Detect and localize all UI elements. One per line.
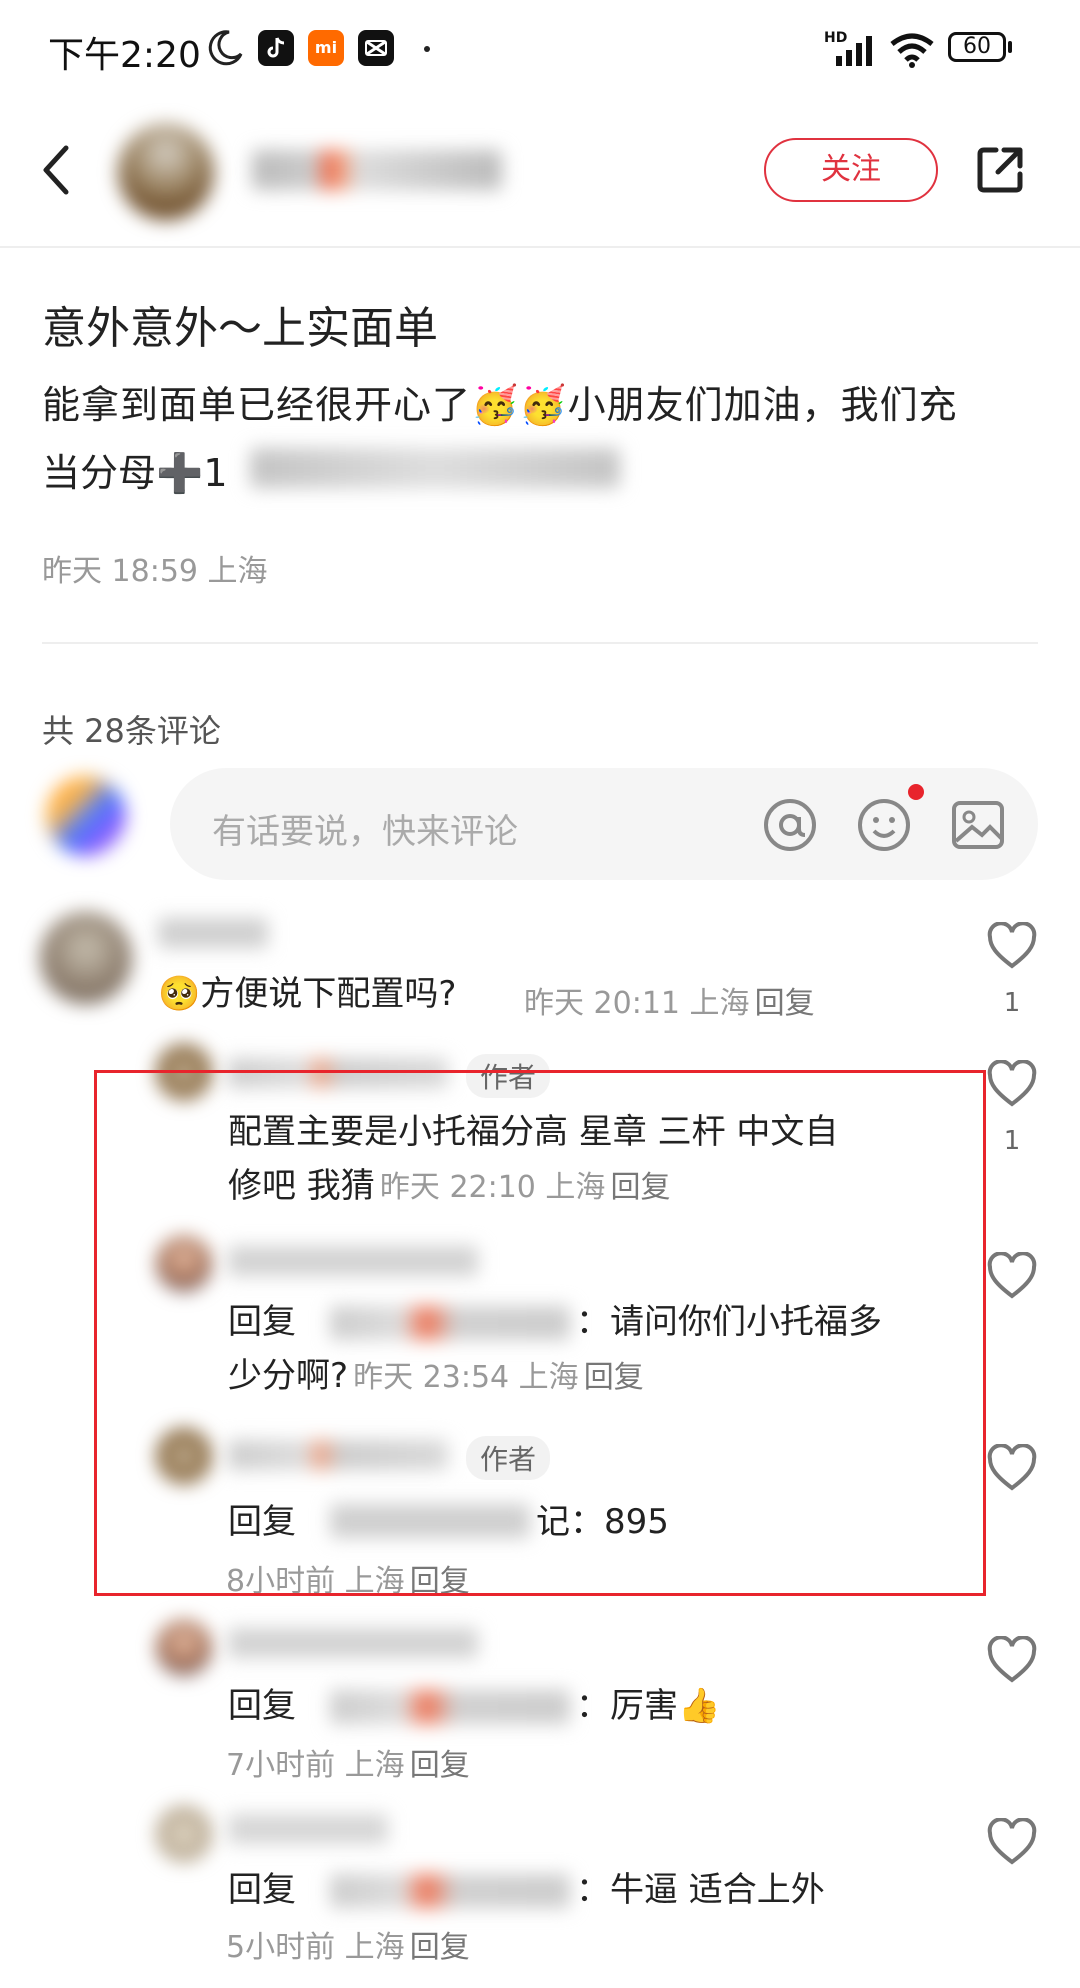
reply-author-name[interactable]: [228, 1814, 388, 1844]
reply-meta-row: 8小时前 上海 回复: [226, 1556, 470, 1600]
reply-target-name[interactable]: [330, 1874, 570, 1908]
like-count: 1: [1003, 1126, 1021, 1156]
reply-reply-link[interactable]: 回复: [410, 1564, 470, 1599]
reply-line1-row: 回复: [228, 1296, 296, 1348]
reply-suffix: ：牛逼 适合上外: [576, 1870, 825, 1910]
reply-meta: 昨天 23:54 上海: [353, 1360, 579, 1395]
like-heart-icon[interactable]: [986, 1818, 1038, 1866]
like-heart-icon[interactable]: [986, 1444, 1038, 1492]
author-name[interactable]: [252, 150, 502, 190]
signal-icon: [822, 34, 876, 72]
post-body-redacted: [250, 448, 620, 488]
at-mention-icon[interactable]: [762, 797, 818, 857]
reply-author-name[interactable]: [228, 1246, 478, 1276]
reply-reply-link[interactable]: 回复: [611, 1170, 671, 1205]
image-icon[interactable]: [950, 797, 1006, 857]
wifi-icon: [888, 32, 936, 72]
reply-suffix: 记：895: [536, 1502, 669, 1542]
reply-author-name[interactable]: [228, 1628, 478, 1658]
reply-meta-row: 5小时前 上海 回复: [226, 1922, 470, 1966]
reply-avatar[interactable]: [156, 1428, 212, 1484]
reply-reply-link[interactable]: 回复: [410, 1930, 470, 1965]
like-heart-icon[interactable]: [986, 1636, 1038, 1684]
capcut-app-icon: [358, 30, 394, 66]
battery-level: 60: [963, 34, 991, 59]
comment-count: 共 28条评论: [42, 712, 221, 750]
reply-target-name[interactable]: [330, 1690, 570, 1724]
battery-icon: 60: [948, 32, 1006, 62]
reply-text-line1: 配置主要是小托福分高 星章 三杆 中文自: [228, 1112, 839, 1152]
reply-author-name[interactable]: [228, 1058, 448, 1088]
reply-line2-row: 修吧 我猜 昨天 22:10 上海 回复: [228, 1160, 671, 1212]
reply-avatar[interactable]: [156, 1236, 212, 1292]
reply-target-name[interactable]: [330, 1306, 570, 1340]
reply-prefix: 回复: [228, 1302, 296, 1342]
emoji-icon[interactable]: [856, 797, 912, 857]
post-divider: [42, 642, 1038, 644]
reply-meta-row: 7小时前 上海 回复: [226, 1740, 470, 1784]
like-heart-icon[interactable]: [986, 1060, 1038, 1108]
reply-reply-link[interactable]: 回复: [584, 1360, 644, 1395]
comment-meta: 昨天 20:11 上海: [524, 986, 750, 1021]
post-meta: 昨天 18:59 上海: [42, 554, 268, 589]
reply-avatar[interactable]: [156, 1620, 212, 1676]
like-heart-icon[interactable]: [986, 922, 1038, 970]
commenter-avatar[interactable]: [40, 912, 132, 1004]
reply-text-line2: 修吧 我猜: [228, 1166, 375, 1206]
header-divider: [0, 246, 1080, 248]
comment-text: 🥺方便说下配置吗?: [158, 974, 457, 1014]
comment-reply-link[interactable]: 回复: [755, 986, 815, 1021]
comment-meta-row: 昨天 20:11 上海 回复: [524, 978, 815, 1022]
reply-meta: 8小时前 上海: [226, 1564, 405, 1599]
reply-avatar[interactable]: [156, 1044, 212, 1100]
emoji-new-badge: [908, 784, 924, 800]
author-badge: 作者: [466, 1436, 551, 1480]
reply-meta: 5小时前 上海: [226, 1930, 405, 1965]
reply-suffix: ：厉害👍: [576, 1686, 721, 1726]
post-body-line2: 当分母➕1: [42, 451, 228, 495]
reply-reply-link[interactable]: 回复: [410, 1748, 470, 1783]
mi-app-icon: mi: [308, 30, 344, 66]
reply-target-name[interactable]: [330, 1504, 530, 1538]
like-heart-icon[interactable]: [986, 1252, 1038, 1300]
reply-meta: 7小时前 上海: [226, 1748, 405, 1783]
author-avatar[interactable]: [118, 124, 214, 220]
post-title: 意外意外～上实面单: [42, 303, 438, 354]
author-badge: 作者: [466, 1054, 551, 1098]
like-count: 1: [1003, 988, 1021, 1018]
commenter-name[interactable]: [158, 918, 268, 948]
reply-avatar[interactable]: [156, 1806, 212, 1862]
post-body-line1: 能拿到面单已经很开心了🥳🥳小朋友们加油，我们充: [42, 383, 958, 427]
reply-prefix: 回复: [228, 1870, 296, 1910]
battery-tip: [1008, 41, 1012, 53]
reply-line2-row: 少分啊? 昨天 23:54 上海 回复: [228, 1350, 644, 1402]
status-time: 下午2:20: [48, 35, 201, 76]
reply-meta: 昨天 22:10 上海: [379, 1170, 606, 1205]
back-button[interactable]: [36, 140, 76, 204]
reply-author-name[interactable]: [228, 1440, 448, 1470]
reply-prefix: 回复: [228, 1502, 296, 1542]
follow-button[interactable]: 关注: [764, 138, 938, 202]
tiktok-app-icon: [258, 30, 294, 66]
reply-suffix: ：请问你们小托福多: [576, 1302, 882, 1342]
my-avatar: [46, 776, 126, 856]
reply-text-line2: 少分啊?: [228, 1356, 349, 1396]
comment-input-placeholder: 有话要说，快来评论: [212, 812, 518, 852]
share-icon[interactable]: [974, 144, 1026, 200]
notification-dot-icon: [424, 46, 430, 52]
moon-icon: [205, 28, 245, 72]
reply-prefix: 回复: [228, 1686, 296, 1726]
